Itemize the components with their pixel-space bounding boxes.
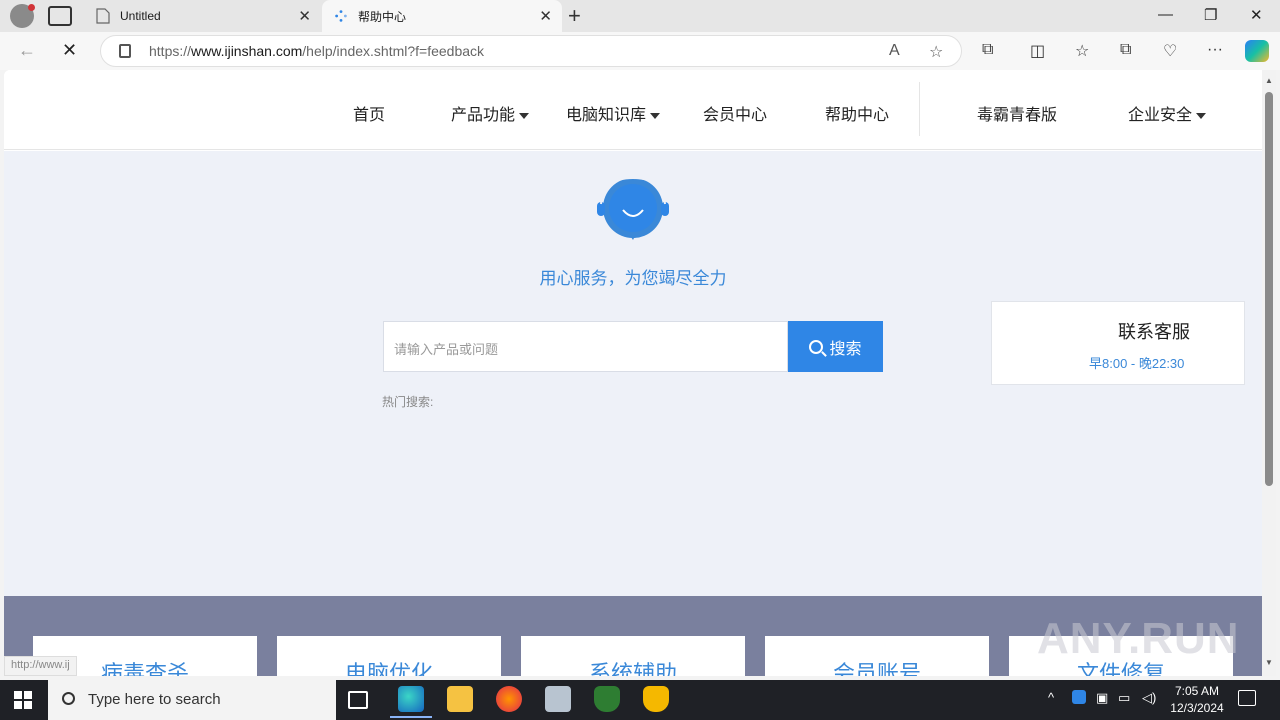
task-view-icon[interactable] [348, 691, 368, 709]
customer-service-headset-icon [597, 176, 669, 240]
extensions-icon[interactable]: ⧉ [982, 41, 993, 59]
status-bar-url: http://www.ij [4, 656, 77, 676]
file-explorer-icon[interactable] [447, 686, 473, 712]
caret-down-icon [1196, 112, 1207, 119]
copilot-icon[interactable] [1245, 40, 1269, 62]
profile-avatar-icon[interactable] [10, 4, 35, 28]
security-shield-icon[interactable] [594, 686, 620, 712]
contact-service-card[interactable]: 联系客服 早8:00 - 晚22:30 [991, 301, 1245, 385]
anyrun-watermark: ANY.RUN [1037, 614, 1240, 663]
mail-app-icon[interactable] [545, 686, 571, 712]
taskbar-clock[interactable]: 7:05 AM 12/3/2024 [1165, 683, 1229, 717]
category-card-system-tools[interactable]: 系统辅助 [521, 636, 745, 676]
help-hero: 用心服务，为您竭尽全力 请输入产品或问题 搜索 热门搜索: 联系客服 早8:00… [4, 151, 1262, 596]
nav-help-center[interactable]: 帮助中心 [825, 101, 889, 125]
volume-icon[interactable]: ◁) [1142, 690, 1156, 706]
clock-date: 12/3/2024 [1170, 701, 1224, 715]
antivirus-shield-icon[interactable] [643, 686, 669, 712]
browser-tab-strip: Untitled ✕ 帮助中心 ✕ + — ❐ ✕ [0, 0, 1280, 32]
favorites-icon[interactable]: ☆ [1075, 41, 1089, 61]
close-window-button[interactable]: ✕ [1250, 6, 1263, 24]
edge-browser-icon[interactable] [390, 686, 432, 718]
url-text[interactable]: https://www.ijinshan.com/help/index.shtm… [149, 43, 484, 59]
windows-taskbar: Type here to search ^ ▣ ▭ ◁) 7:05 AM 12/… [0, 680, 1280, 720]
clock-time: 7:05 AM [1174, 684, 1220, 698]
caret-down-icon [519, 112, 530, 119]
browser-toolbar: ← ✕ https://www.ijinshan.com/help/index.… [0, 32, 1280, 70]
search-button[interactable]: 搜索 [788, 321, 883, 372]
scroll-up-icon[interactable]: ▲ [1265, 76, 1273, 85]
hot-search-label: 热门搜索: [382, 395, 434, 409]
firefox-icon[interactable] [496, 686, 522, 712]
tab-close-icon[interactable]: ✕ [539, 7, 552, 25]
collections-icon[interactable]: ⧉ [1120, 41, 1131, 59]
contact-service-title: 联系客服 [1118, 322, 1190, 342]
site-navigation: 首页 产品功能 电脑知识库 会员中心 帮助中心 毒霸青春版 企业安全 [4, 70, 1262, 150]
caret-down-icon [650, 112, 661, 119]
notification-center-icon[interactable] [1238, 690, 1256, 706]
nav-products[interactable]: 产品功能 [451, 101, 530, 125]
browser-essentials-icon[interactable]: ♡ [1163, 41, 1177, 61]
back-arrow-icon[interactable]: ← [18, 40, 36, 61]
nav-enterprise-security[interactable]: 企业安全 [1128, 101, 1207, 125]
slogan-text: 用心服务，为您竭尽全力 [539, 269, 727, 288]
windows-start-icon[interactable] [14, 691, 32, 709]
search-icon [62, 692, 75, 705]
page-scrollbar[interactable]: ▲ ▼ [1262, 70, 1276, 676]
page-viewport: 首页 产品功能 电脑知识库 会员中心 帮助中心 毒霸青春版 企业安全 用心服务，… [4, 70, 1262, 676]
taskbar-search-placeholder: Type here to search [88, 691, 221, 708]
nav-member-center[interactable]: 会员中心 [703, 101, 767, 125]
scrollbar-thumb[interactable] [1265, 92, 1273, 486]
tray-app-icon[interactable] [1072, 690, 1086, 704]
tab-close-icon[interactable]: ✕ [298, 7, 311, 25]
search-button-label: 搜索 [829, 340, 862, 358]
tray-device-icon[interactable]: ▣ [1096, 690, 1108, 706]
tab-help-center[interactable]: 帮助中心 ✕ [322, 0, 562, 32]
stop-loading-icon[interactable]: ✕ [62, 40, 77, 61]
tab-label: 帮助中心 [358, 9, 407, 24]
split-screen-icon[interactable]: ◫ [1030, 41, 1045, 61]
lock-icon [119, 44, 131, 58]
more-menu-icon[interactable]: ··· [1207, 41, 1223, 59]
scroll-down-icon[interactable]: ▼ [1265, 658, 1273, 667]
search-input[interactable]: 请输入产品或问题 [383, 321, 788, 372]
nav-home[interactable]: 首页 [353, 101, 385, 125]
favorite-star-icon[interactable]: ☆ [929, 42, 943, 62]
taskbar-search-box[interactable]: Type here to search [48, 680, 336, 720]
document-icon [96, 8, 110, 24]
address-bar[interactable]: https://www.ijinshan.com/help/index.shtm… [100, 35, 962, 67]
category-card-member-account[interactable]: 会员账号 [765, 636, 989, 676]
search-icon [809, 339, 824, 354]
nav-knowledge-base[interactable]: 电脑知识库 [566, 101, 661, 125]
minimize-button[interactable]: — [1158, 6, 1173, 23]
read-aloud-icon[interactable]: A [889, 42, 900, 60]
tab-untitled[interactable]: Untitled ✕ [84, 0, 321, 32]
tab-label: Untitled [120, 9, 161, 23]
service-hours: 早8:00 - 晚22:30 [1089, 356, 1185, 371]
restore-button[interactable]: ❐ [1204, 6, 1217, 24]
tab-actions-icon[interactable] [48, 6, 72, 26]
category-card-pc-optimize[interactable]: 电脑优化 [277, 636, 501, 676]
network-icon[interactable]: ▭ [1118, 690, 1130, 706]
nav-divider [919, 82, 920, 136]
nav-youth-edition[interactable]: 毒霸青春版 [977, 101, 1057, 125]
loading-spinner-icon [335, 10, 347, 22]
tray-overflow-icon[interactable]: ^ [1048, 690, 1054, 705]
new-tab-button[interactable]: + [568, 3, 581, 29]
